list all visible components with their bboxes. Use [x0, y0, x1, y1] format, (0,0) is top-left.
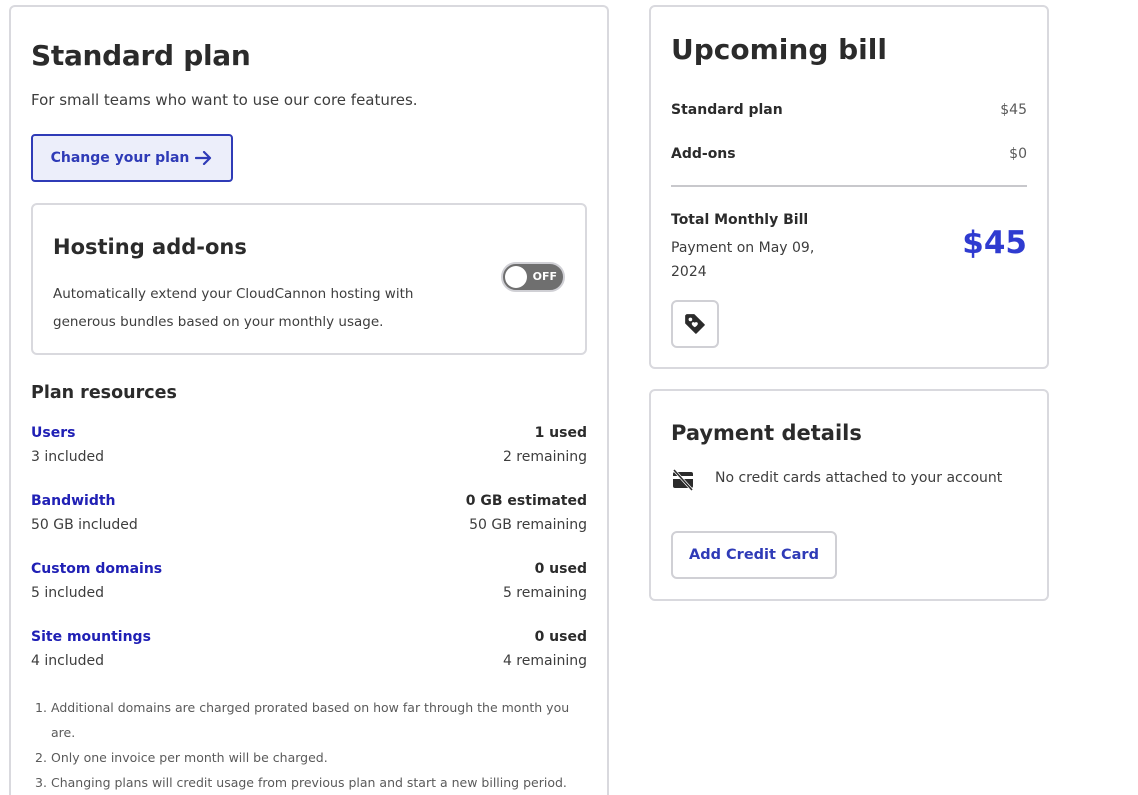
- note-item: 1. Additional domains are charged prorat…: [35, 695, 591, 745]
- resource-row-site-mountings: Site mountings 4 included 0 used 4 remai…: [31, 629, 587, 677]
- resource-included: 50 GB included: [31, 517, 138, 533]
- plan-title: Standard plan: [31, 39, 251, 72]
- bill-addons-amount: $0: [1009, 146, 1027, 162]
- addons-title: Hosting add-ons: [53, 235, 247, 259]
- total-amount: $45: [962, 225, 1027, 261]
- credit-card-off-icon: [672, 469, 694, 491]
- bill-plan-label: Standard plan: [671, 102, 783, 118]
- resource-name[interactable]: Site mountings: [31, 629, 151, 645]
- resource-included: 4 included: [31, 653, 104, 669]
- arrow-right-icon: [195, 151, 212, 165]
- upcoming-bill-card: Upcoming bill Standard plan $45 Add-ons …: [649, 5, 1049, 369]
- note-text: Changing plans will credit usage from pr…: [51, 775, 567, 790]
- payment-date: Payment on May 09, 2024: [671, 240, 815, 280]
- resource-included: 5 included: [31, 585, 104, 601]
- no-credit-cards-text: No credit cards attached to your account: [715, 470, 1003, 486]
- tag-icon: [685, 314, 705, 334]
- payment-details-card: Payment details No credit cards attached…: [649, 389, 1049, 601]
- plan-resources-title: Plan resources: [31, 383, 177, 403]
- hosting-addons-panel: Hosting add-ons Automatically extend you…: [31, 203, 587, 355]
- note-number: 1.: [35, 700, 47, 715]
- resource-row-users: Users 3 included 1 used 2 remaining: [31, 425, 587, 473]
- note-item: 3. Changing plans will credit usage from…: [35, 770, 591, 795]
- note-number: 2.: [35, 750, 47, 765]
- resource-remaining: 4 remaining: [502, 653, 587, 669]
- resource-remaining: 2 remaining: [502, 449, 587, 465]
- note-number: 3.: [35, 775, 47, 790]
- toggle-knob: [505, 266, 527, 288]
- bill-addons-label: Add-ons: [671, 146, 736, 162]
- plan-card: Standard plan For small teams who want t…: [9, 5, 609, 795]
- resource-name[interactable]: Users: [31, 425, 75, 441]
- bill-divider: [671, 185, 1027, 187]
- resource-used: 1 used: [534, 425, 587, 441]
- resource-row-bandwidth: Bandwidth 50 GB included 0 GB estimated …: [31, 493, 587, 541]
- resource-remaining: 50 GB remaining: [469, 517, 587, 533]
- resource-name[interactable]: Bandwidth: [31, 493, 116, 509]
- plan-notes-list: 1. Additional domains are charged prorat…: [35, 695, 591, 795]
- change-plan-button[interactable]: Change your plan: [31, 134, 233, 182]
- add-credit-card-button[interactable]: Add Credit Card: [671, 531, 837, 579]
- payment-details-title: Payment details: [671, 421, 862, 445]
- coupon-button[interactable]: [671, 300, 719, 348]
- resource-row-custom-domains: Custom domains 5 included 0 used 5 remai…: [31, 561, 587, 609]
- bill-title: Upcoming bill: [671, 33, 887, 66]
- resource-used: 0 GB estimated: [465, 493, 587, 509]
- hosting-addons-toggle[interactable]: OFF: [501, 262, 565, 292]
- addons-description: Automatically extend your CloudCannon ho…: [53, 286, 414, 330]
- plan-description: For small teams who want to use our core…: [31, 91, 418, 109]
- total-monthly-bill-label: Total Monthly Bill: [671, 212, 809, 228]
- resource-included: 3 included: [31, 449, 104, 465]
- note-text: Additional domains are charged prorated …: [51, 700, 570, 740]
- change-plan-label: Change your plan: [50, 150, 190, 166]
- resource-remaining: 5 remaining: [502, 585, 587, 601]
- resource-used: 0 used: [534, 629, 587, 645]
- toggle-label: OFF: [532, 270, 557, 283]
- resource-name[interactable]: Custom domains: [31, 561, 162, 577]
- note-item: 2. Only one invoice per month will be ch…: [35, 745, 591, 770]
- bill-plan-amount: $45: [1000, 102, 1027, 118]
- note-text: Only one invoice per month will be charg…: [51, 750, 328, 765]
- resource-used: 0 used: [534, 561, 587, 577]
